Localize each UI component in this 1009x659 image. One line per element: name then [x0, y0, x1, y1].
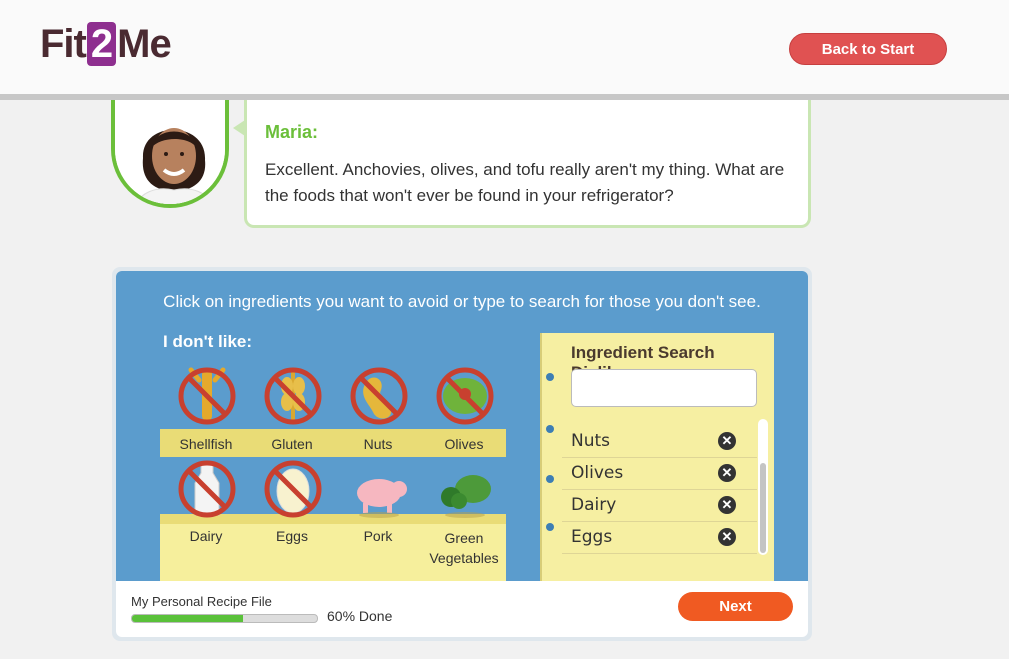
maria-avatar [111, 100, 229, 208]
ingredient-label: Shellfish [179, 436, 233, 452]
panel-instruction: Click on ingredients you want to avoid o… [163, 292, 761, 311]
progress-footer: My Personal Recipe File 60% Done Next [116, 581, 808, 637]
notepad-hole [546, 475, 554, 483]
dislike-list-item: Eggs ✕ [562, 521, 757, 554]
shellfish-icon [178, 367, 236, 425]
dislike-label: Eggs [571, 527, 613, 547]
remove-icon[interactable]: ✕ [718, 528, 736, 546]
dislike-label: Dairy [571, 495, 617, 515]
top-bar: Fit 2 Me Back to Start [0, 0, 1009, 100]
vegetables-icon [441, 475, 491, 518]
dislike-list-item: Nuts ✕ [562, 425, 757, 458]
dislike-list-scroll-thumb[interactable] [760, 463, 766, 553]
dislike-label: Olives [571, 463, 624, 483]
fit2me-logo[interactable]: Fit 2 Me [40, 22, 172, 67]
back-to-start-button[interactable]: Back to Start [789, 33, 947, 65]
speaker-message: Excellent. Anchovies, olives, and tofu r… [265, 160, 785, 205]
logo-text-2: 2 [86, 22, 117, 66]
dislike-label: Nuts [571, 431, 611, 451]
remove-icon[interactable]: ✕ [718, 464, 736, 482]
ingredient-green-vegetables[interactable]: Green Vegetables [421, 459, 507, 569]
logo-text-fit: Fit [40, 22, 87, 66]
ingredient-eggs[interactable]: Eggs [249, 459, 335, 555]
dislike-list-item: Dairy ✕ [562, 489, 757, 522]
recipe-file-label: My Personal Recipe File [131, 594, 272, 609]
notepad-hole [546, 523, 554, 531]
progress-bar [131, 614, 318, 623]
speaker-name: Maria: [265, 122, 319, 142]
ingredient-label: Pork [363, 528, 393, 544]
next-button[interactable]: Next [678, 592, 793, 621]
remove-icon[interactable]: ✕ [718, 496, 736, 514]
ingredient-nuts[interactable]: Nuts [335, 366, 421, 452]
notepad-hole [546, 425, 554, 433]
ingredient-panel: Click on ingredients you want to avoid o… [116, 271, 808, 581]
ingredient-gluten[interactable]: Gluten [249, 366, 335, 452]
ingredient-label: Green Vegetables [429, 530, 499, 566]
ingredient-olives[interactable]: Olives [421, 366, 507, 452]
ingredient-label: Olives [444, 436, 484, 452]
remove-icon[interactable]: ✕ [718, 432, 736, 450]
ingredient-label: Gluten [271, 436, 313, 452]
progress-bar-fill [132, 615, 243, 622]
dislike-list-item: Olives ✕ [562, 457, 757, 490]
olive-icon [436, 367, 494, 425]
progress-percent: 60% Done [327, 608, 393, 624]
wheat-icon [264, 367, 322, 425]
ingredient-shellfish[interactable]: Shellfish [163, 366, 249, 452]
ingredient-label: Nuts [363, 436, 393, 452]
ingredient-label: Eggs [276, 528, 308, 544]
pig-icon [357, 479, 407, 518]
ingredient-search-input[interactable] [571, 369, 757, 407]
milk-bottle-icon [178, 460, 236, 518]
speech-bubble: Maria: Excellent. Anchovies, olives, and… [244, 100, 811, 228]
logo-text-me: Me [117, 22, 172, 66]
ingredient-pork[interactable]: Pork [335, 459, 421, 555]
ingredient-dairy[interactable]: Dairy [163, 459, 249, 555]
ingredient-label: Dairy [189, 528, 223, 544]
ingredient-search-notepad: Ingredient Search Dislikes Nuts ✕ Olives… [540, 333, 774, 581]
dislike-heading: I don't like: [163, 332, 253, 351]
notepad-hole [546, 373, 554, 381]
egg-icon [264, 460, 322, 518]
peanut-icon [350, 367, 408, 425]
